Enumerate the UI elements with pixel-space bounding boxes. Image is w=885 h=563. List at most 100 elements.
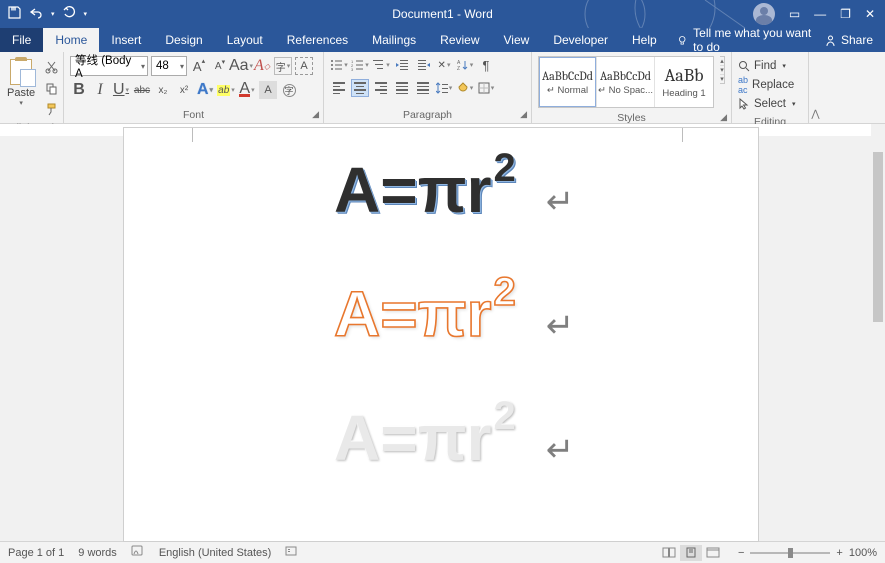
share-button[interactable]: Share xyxy=(812,28,885,52)
tab-view[interactable]: View xyxy=(492,28,542,52)
tab-developer[interactable]: Developer xyxy=(541,28,620,52)
collapse-ribbon-button[interactable]: ⋀ xyxy=(808,52,822,123)
zoom-out-button[interactable]: − xyxy=(738,547,744,559)
character-shading-button[interactable]: A xyxy=(259,81,277,99)
minimize-button[interactable]: — xyxy=(814,7,826,21)
zoom-level[interactable]: 100% xyxy=(849,547,877,559)
strikethrough-button[interactable]: abc xyxy=(133,81,151,99)
select-button[interactable]: Select▾ xyxy=(738,95,795,112)
show-marks-button[interactable]: ¶ xyxy=(477,56,495,74)
group-editing: Find▾ abac Replace Select▾ Editing xyxy=(732,52,808,123)
underline-button[interactable]: U xyxy=(112,81,130,99)
font-launcher[interactable]: ◢ xyxy=(312,109,319,120)
change-case-button[interactable]: Aa xyxy=(232,57,250,75)
align-right-button[interactable] xyxy=(372,79,390,97)
paste-label: Paste xyxy=(7,87,35,99)
font-name-combo[interactable]: 等线 (Body A▾ xyxy=(70,56,148,76)
tab-home[interactable]: Home xyxy=(43,28,99,52)
distributed-button[interactable] xyxy=(414,79,432,97)
tell-me-placeholder: Tell me what you want to do xyxy=(693,26,812,54)
cut-button[interactable] xyxy=(42,58,60,76)
web-layout-button[interactable] xyxy=(702,545,724,561)
zoom-slider-knob[interactable] xyxy=(788,548,793,558)
copy-button[interactable] xyxy=(42,79,60,97)
replace-button[interactable]: abac Replace xyxy=(738,76,795,93)
font-color-button[interactable]: A xyxy=(238,81,256,99)
spell-check-icon[interactable] xyxy=(131,545,145,560)
increase-indent-button[interactable] xyxy=(414,56,432,74)
text-effects-button[interactable]: A xyxy=(196,81,214,99)
formula-line-2[interactable]: A=πr2 xyxy=(334,282,516,346)
formula-line-3[interactable]: A=πr2 xyxy=(334,406,516,470)
tab-mailings[interactable]: Mailings xyxy=(360,28,428,52)
qat-customize-icon[interactable]: ▾ xyxy=(84,10,88,18)
numbering-button[interactable]: 123 xyxy=(351,56,369,74)
page-indicator[interactable]: Page 1 of 1 xyxy=(8,547,64,559)
align-center-button[interactable] xyxy=(351,79,369,97)
undo-icon[interactable] xyxy=(29,6,43,22)
align-left-button[interactable] xyxy=(330,79,348,97)
grow-font-button[interactable]: A▴ xyxy=(190,57,208,75)
paragraph-launcher[interactable]: ◢ xyxy=(520,109,527,120)
sort-button[interactable]: AZ xyxy=(456,56,474,74)
document-content[interactable]: A=πr2 ↵ A=πr2 ↵ A=πr2 ↵ xyxy=(334,158,574,486)
scrollbar-thumb[interactable] xyxy=(873,152,883,322)
shrink-font-button[interactable]: A▾ xyxy=(211,57,229,75)
enclose-characters-button[interactable]: 字 xyxy=(280,81,298,99)
read-mode-button[interactable] xyxy=(658,545,680,561)
styles-scroll-up[interactable]: ▴ xyxy=(720,57,724,66)
page[interactable]: A=πr2 ↵ A=πr2 ↵ A=πr2 ↵ xyxy=(124,128,758,541)
clear-formatting-button[interactable]: A◇ xyxy=(253,57,271,75)
asian-layout-button[interactable]: ✕ xyxy=(435,56,453,74)
macro-record-icon[interactable] xyxy=(285,545,297,560)
styles-expand[interactable]: ▾ xyxy=(720,75,724,83)
tab-layout[interactable]: Layout xyxy=(215,28,275,52)
print-layout-button[interactable] xyxy=(680,545,702,561)
close-button[interactable]: ✕ xyxy=(865,7,875,21)
shading-button[interactable] xyxy=(456,79,474,97)
tab-design[interactable]: Design xyxy=(153,28,214,52)
italic-button[interactable]: I xyxy=(91,81,109,99)
paste-button[interactable]: Paste ▾ xyxy=(6,56,36,108)
maximize-button[interactable]: ❐ xyxy=(840,7,851,21)
bold-button[interactable]: B xyxy=(70,81,88,99)
tab-insert[interactable]: Insert xyxy=(99,28,153,52)
tab-help[interactable]: Help xyxy=(620,28,669,52)
window-title: Document1 - Word xyxy=(392,7,492,21)
tab-references[interactable]: References xyxy=(275,28,360,52)
font-size-combo[interactable]: 48▾ xyxy=(151,56,187,76)
style-heading-1[interactable]: AaBb Heading 1 xyxy=(655,57,713,107)
styles-scroll-down[interactable]: ▾ xyxy=(720,66,724,75)
format-painter-button[interactable] xyxy=(42,100,60,118)
language-indicator[interactable]: English (United States) xyxy=(159,547,272,559)
style-normal[interactable]: AaBbCcDd ↵ Normal xyxy=(539,57,597,107)
zoom-in-button[interactable]: + xyxy=(836,547,842,559)
bullets-button[interactable] xyxy=(330,56,348,74)
find-button[interactable]: Find▾ xyxy=(738,57,795,74)
line-spacing-button[interactable] xyxy=(435,79,453,97)
justify-button[interactable] xyxy=(393,79,411,97)
formula-line-1[interactable]: A=πr2 xyxy=(334,158,516,222)
account-avatar[interactable] xyxy=(753,3,775,25)
save-icon[interactable] xyxy=(8,6,21,22)
multilevel-list-button[interactable] xyxy=(372,56,390,74)
highlight-button[interactable]: ab xyxy=(217,81,235,99)
borders-button[interactable] xyxy=(477,79,495,97)
tab-file[interactable]: File xyxy=(0,28,43,52)
tell-me-search[interactable]: Tell me what you want to do xyxy=(677,28,812,52)
subscript-button[interactable]: x₂ xyxy=(154,81,172,99)
decrease-indent-button[interactable] xyxy=(393,56,411,74)
ribbon-display-options-icon[interactable]: ▭ xyxy=(789,7,800,21)
style-no-spacing[interactable]: AaBbCcDd ↵ No Spac... xyxy=(597,57,655,107)
superscript-button[interactable]: x² xyxy=(175,81,193,99)
redo-icon[interactable] xyxy=(63,6,76,22)
undo-dropdown-icon[interactable]: ▾ xyxy=(51,10,55,18)
phonetic-guide-button[interactable]: 字 xyxy=(274,57,292,75)
ruler-vertical[interactable] xyxy=(0,136,124,541)
styles-launcher[interactable]: ◢ xyxy=(720,112,727,123)
word-count[interactable]: 9 words xyxy=(78,547,117,559)
character-border-button[interactable]: A xyxy=(295,57,313,75)
vertical-scrollbar[interactable] xyxy=(871,124,885,541)
tab-review[interactable]: Review xyxy=(428,28,491,52)
zoom-slider[interactable] xyxy=(750,552,830,554)
